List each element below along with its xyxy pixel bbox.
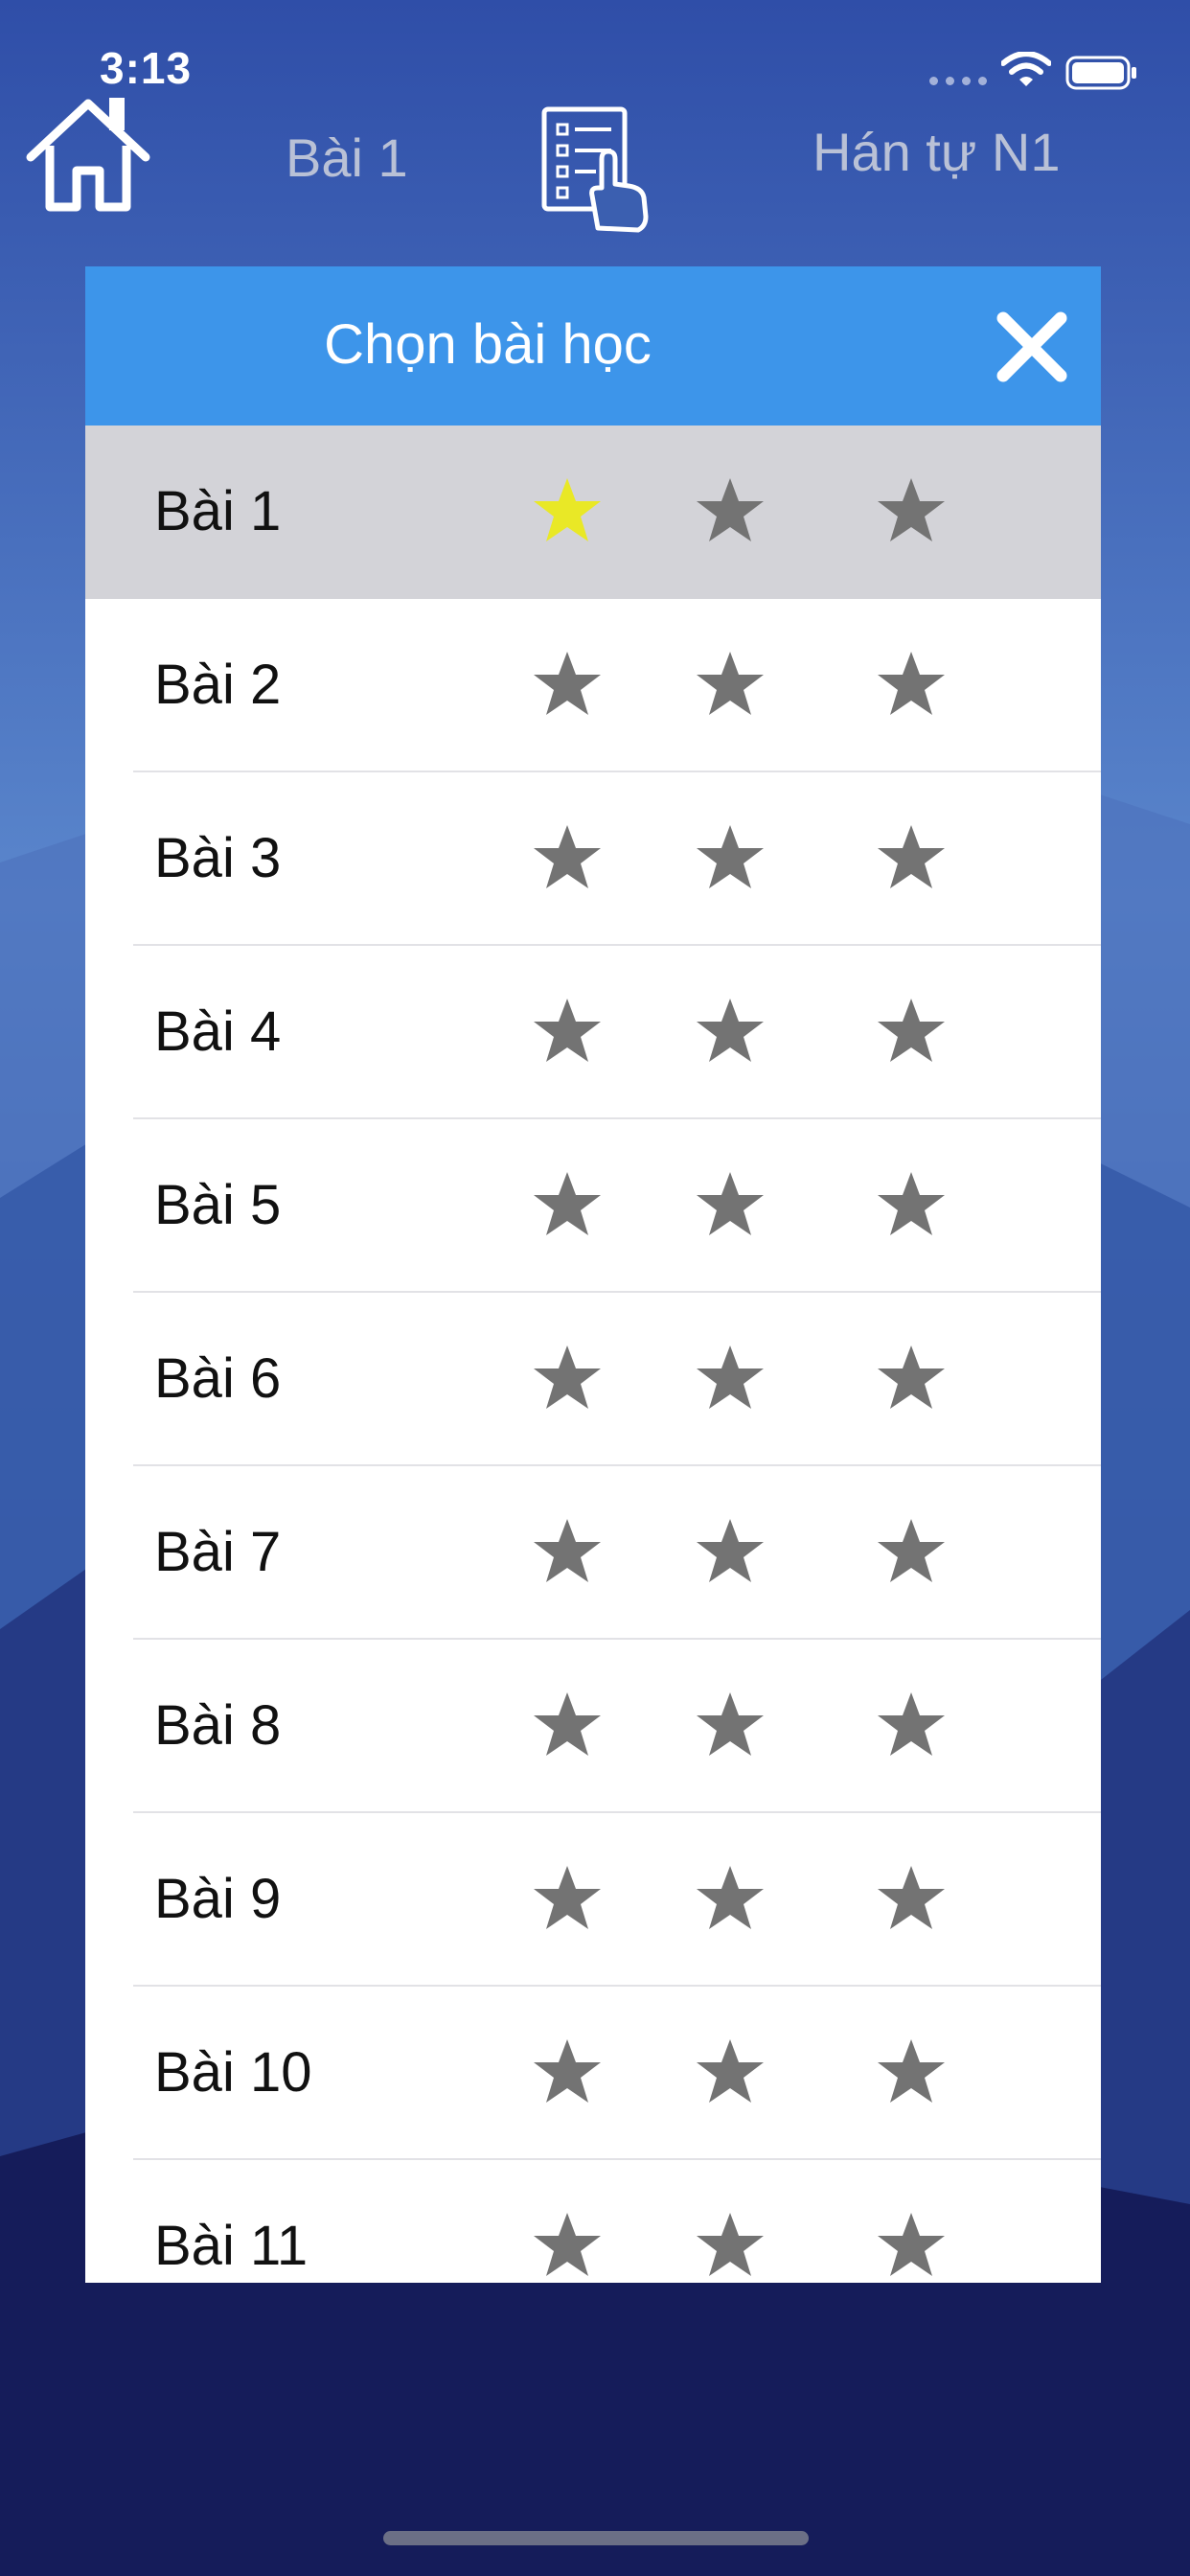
modal-title: Chọn bài học bbox=[324, 313, 652, 376]
star-icon bbox=[878, 1519, 945, 1582]
lesson-label: Bài 2 bbox=[154, 654, 282, 716]
star-icon bbox=[697, 825, 764, 888]
star-icon bbox=[697, 1866, 764, 1929]
star-icon bbox=[697, 1519, 764, 1582]
lesson-label: Bài 3 bbox=[154, 827, 282, 889]
lesson-list[interactable]: Bài 1 Bài 2 Bài 3 Bài 4 Bài 5 Bài 6 Bài 7 Bài 8… bbox=[85, 426, 1101, 2283]
star-icon bbox=[534, 1692, 601, 1756]
checklist-hand-icon[interactable] bbox=[538, 104, 659, 234]
home-icon[interactable] bbox=[21, 88, 155, 213]
lesson-label: Bài 6 bbox=[154, 1347, 282, 1410]
course-title: Hán tự N1 bbox=[812, 122, 1061, 182]
star-icon bbox=[534, 1346, 601, 1409]
star-icon bbox=[534, 478, 601, 541]
lesson-picker-modal: Chọn bài học Bài 1 Bài 2 Bài 3 Bài 4 Bài 5 Bà… bbox=[85, 266, 1101, 2283]
star-icon bbox=[878, 2039, 945, 2103]
lesson-row[interactable]: Bài 3 bbox=[85, 772, 1101, 946]
lesson-row[interactable]: Bài 8 bbox=[85, 1640, 1101, 1813]
star-icon bbox=[697, 1172, 764, 1235]
lesson-row[interactable]: Bài 1 bbox=[85, 426, 1101, 599]
lesson-row[interactable]: Bài 2 bbox=[85, 599, 1101, 772]
star-icon bbox=[878, 825, 945, 888]
lesson-row[interactable]: Bài 4 bbox=[85, 946, 1101, 1119]
lesson-label: Bài 9 bbox=[154, 1868, 282, 1930]
star-icon bbox=[878, 1692, 945, 1756]
star-icon bbox=[878, 1346, 945, 1409]
star-icon bbox=[878, 999, 945, 1062]
lesson-row[interactable]: Bài 5 bbox=[85, 1119, 1101, 1293]
modal-header: Chọn bài học bbox=[85, 266, 1101, 426]
lesson-label: Bài 5 bbox=[154, 1174, 282, 1236]
star-icon bbox=[878, 652, 945, 715]
wifi-icon bbox=[1001, 52, 1051, 86]
lesson-row[interactable]: Bài 9 bbox=[85, 1813, 1101, 1987]
star-icon bbox=[697, 478, 764, 541]
star-icon bbox=[534, 2039, 601, 2103]
lesson-label: Bài 10 bbox=[154, 2041, 312, 2104]
star-icon bbox=[534, 1172, 601, 1235]
cellular-signal-icon bbox=[929, 77, 987, 85]
star-icon bbox=[697, 2039, 764, 2103]
star-icon bbox=[534, 2213, 601, 2276]
star-icon bbox=[878, 1172, 945, 1235]
star-icon bbox=[697, 999, 764, 1062]
star-icon bbox=[534, 1519, 601, 1582]
star-icon bbox=[878, 1866, 945, 1929]
lesson-label: Bài 4 bbox=[154, 1000, 282, 1063]
star-icon bbox=[878, 2213, 945, 2276]
star-icon bbox=[534, 1866, 601, 1929]
star-icon bbox=[697, 1346, 764, 1409]
lesson-row[interactable]: Bài 6 bbox=[85, 1293, 1101, 1466]
lesson-row[interactable]: Bài 11 bbox=[85, 2160, 1101, 2283]
star-icon bbox=[534, 825, 601, 888]
battery-icon bbox=[1065, 56, 1136, 90]
star-icon bbox=[697, 652, 764, 715]
star-icon bbox=[697, 1692, 764, 1756]
star-icon bbox=[534, 652, 601, 715]
close-icon[interactable] bbox=[994, 309, 1070, 385]
home-indicator[interactable] bbox=[383, 2531, 809, 2545]
lesson-label: Bài 11 bbox=[154, 2215, 309, 2277]
lesson-label: Bài 8 bbox=[154, 1694, 282, 1757]
star-icon bbox=[697, 2213, 764, 2276]
lesson-row[interactable]: Bài 10 bbox=[85, 1987, 1101, 2160]
lesson-row[interactable]: Bài 7 bbox=[85, 1466, 1101, 1640]
star-icon bbox=[878, 478, 945, 541]
current-lesson-label: Bài 1 bbox=[286, 127, 408, 188]
status-time: 3:13 bbox=[100, 43, 193, 93]
star-icon bbox=[534, 999, 601, 1062]
lesson-label: Bài 1 bbox=[154, 480, 282, 542]
lesson-label: Bài 7 bbox=[154, 1521, 282, 1583]
